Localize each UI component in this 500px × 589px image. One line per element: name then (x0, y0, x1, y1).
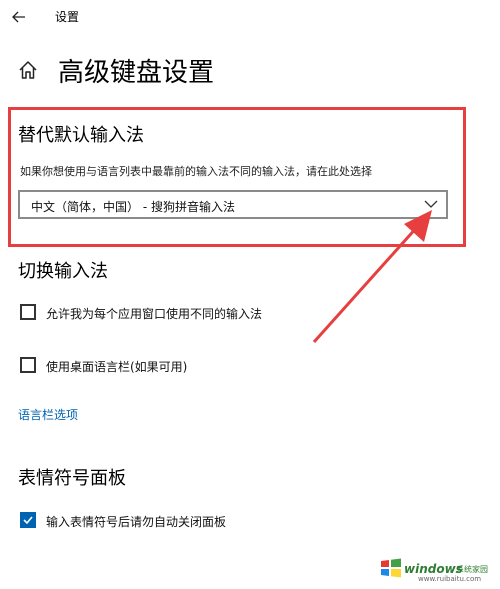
watermark-suffix: 系统家园 (456, 565, 488, 574)
checkbox-keep-emoji-panel-open[interactable] (20, 512, 36, 528)
annotation-arrow-icon (312, 210, 432, 344)
watermark: windows 系统家园 www.ruibaitu.com (378, 544, 496, 584)
checkmark-icon (23, 516, 33, 525)
section-heading-switching: 切换输入法 (18, 261, 108, 282)
checkbox-desktop-language-bar-label: 使用桌面语言栏(如果可用) (46, 360, 188, 374)
home-icon[interactable] (16, 58, 40, 82)
override-description: 如果你想使用与语言列表中最靠前的输入法不同的输入法，请在此处选择 (20, 165, 372, 178)
back-arrow-icon (12, 11, 25, 23)
section-heading-emoji: 表情符号面板 (18, 468, 126, 489)
checkbox-desktop-language-bar[interactable] (20, 357, 36, 373)
dropdown-selected-value: 中文（简体，中国） - 搜狗拼音输入法 (31, 200, 235, 214)
section-heading-override: 替代默认输入法 (18, 125, 144, 146)
page-title: 高级键盘设置 (58, 58, 215, 88)
back-button[interactable] (8, 6, 30, 28)
windows-logo-icon (381, 558, 401, 578)
watermark-url: www.ruibaitu.com (418, 575, 482, 583)
watermark-brand: windows (404, 562, 463, 576)
checkbox-per-app-input[interactable] (20, 304, 36, 320)
checkbox-keep-emoji-panel-open-label: 输入表情符号后请勿自动关闭面板 (46, 515, 227, 529)
language-bar-options-link[interactable]: 语言栏选项 (18, 406, 78, 423)
window-title: 设置 (55, 10, 80, 24)
checkbox-per-app-input-label: 允许我为每个应用窗口使用不同的输入法 (46, 307, 263, 321)
